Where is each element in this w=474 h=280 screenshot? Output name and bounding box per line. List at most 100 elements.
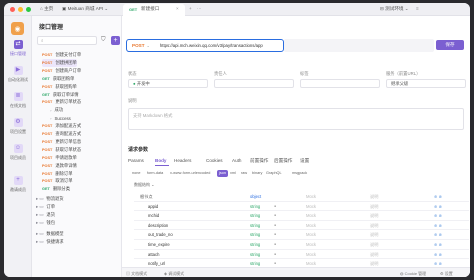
- param-description[interactable]: 说明: [370, 193, 378, 201]
- debug-mode-button[interactable]: ◈ 调试模式: [164, 271, 184, 277]
- param-name[interactable]: description: [148, 222, 168, 230]
- param-name[interactable]: time_expire: [148, 241, 170, 249]
- param-row[interactable]: 根节点 object Mock 说明 ⊕ ⊗: [134, 193, 469, 202]
- tree-folder[interactable]: ◦ 成功: [50, 106, 63, 114]
- nav-invite-members[interactable]: + 邀请成员: [4, 176, 32, 193]
- owner-select[interactable]: [214, 79, 294, 88]
- param-type[interactable]: string: [250, 251, 260, 259]
- body-type-graphql[interactable]: GraphQL: [266, 170, 282, 177]
- param-type[interactable]: object: [250, 193, 261, 201]
- param-description[interactable]: 说明: [370, 212, 378, 220]
- url-input[interactable]: POST ⌄ https://api.mch.weixin.qq.com/v3/…: [126, 39, 284, 52]
- row-actions-icon[interactable]: ⊕ ⊗: [434, 203, 442, 211]
- param-name[interactable]: attach: [148, 251, 159, 259]
- tree-item[interactable]: POST 更新订单状态: [42, 98, 81, 106]
- row-actions-icon[interactable]: ⊕ ⊗: [434, 212, 442, 220]
- param-name[interactable]: mchid: [148, 212, 159, 220]
- nav-project-members[interactable]: ☺ 项目成员: [4, 144, 32, 161]
- save-button[interactable]: 保存: [436, 40, 464, 50]
- param-name[interactable]: appid: [148, 203, 158, 211]
- body-type-msgpack[interactable]: msgpack: [292, 170, 307, 177]
- body-type-raw[interactable]: raw: [241, 170, 247, 177]
- required-checkbox[interactable]: ▪: [274, 231, 276, 239]
- param-description[interactable]: 说明: [370, 203, 378, 211]
- param-mock[interactable]: Mock: [306, 203, 316, 211]
- required-checkbox[interactable]: ▪: [274, 212, 276, 220]
- tree-item[interactable]: POST 获取订单状态: [42, 146, 81, 154]
- row-actions-icon[interactable]: ⊕ ⊗: [434, 222, 442, 230]
- param-name[interactable]: out_trade_no: [148, 231, 173, 239]
- tab-headers[interactable]: Headers: [174, 158, 191, 163]
- more-tabs-icon[interactable]: ⋯: [197, 6, 202, 12]
- param-row[interactable]: time_expire string ▪ Mock 说明 ⊕ ⊗: [134, 241, 469, 250]
- param-type[interactable]: string: [250, 212, 260, 220]
- environment-select[interactable]: ⊟ 测试环境 ⌄: [380, 6, 409, 12]
- tab-body[interactable]: Body: [155, 158, 166, 163]
- required-checkbox[interactable]: ▪: [274, 222, 276, 230]
- url-bar-extension[interactable]: [284, 39, 434, 52]
- param-type[interactable]: string: [250, 231, 260, 239]
- tree-item[interactable]: POST 退款单详情: [42, 162, 77, 170]
- service-select[interactable]: 继承父级: [386, 79, 466, 88]
- tree-item[interactable]: POST 申请退款单: [42, 154, 77, 162]
- param-row[interactable]: attach string ▪ Mock 说明 ⊕ ⊗: [134, 251, 469, 260]
- data-structure-button[interactable]: 数据结构 ⌄: [134, 182, 154, 188]
- minimize-window-button[interactable]: [18, 7, 23, 12]
- tree-item[interactable]: POST 查询配送方式: [42, 130, 81, 138]
- required-checkbox[interactable]: ▪: [274, 251, 276, 259]
- tree-item[interactable]: POST 获取团购单: [42, 83, 77, 91]
- body-type-json[interactable]: json: [217, 170, 228, 177]
- tree-folder[interactable]: ▸ ▭ 退货: [36, 211, 55, 219]
- method-select[interactable]: POST: [132, 43, 145, 48]
- param-mock[interactable]: Mock: [306, 212, 316, 220]
- tree-item[interactable]: POST 创建拼团单: [42, 58, 77, 67]
- tree-item[interactable]: GET 获取订单详情: [42, 91, 79, 99]
- param-type[interactable]: string: [250, 241, 260, 249]
- tree-item[interactable]: POST 取消订单: [42, 177, 73, 185]
- row-actions-icon[interactable]: ⊕ ⊗: [434, 231, 442, 239]
- nav-interface-management[interactable]: ⇄ 接口管理: [4, 40, 32, 57]
- tree-folder[interactable]: ▸ ▭ 数据模型: [36, 230, 64, 238]
- param-mock[interactable]: Mock: [306, 231, 316, 239]
- tree-folder[interactable]: ▸ ▭ 钱包: [36, 219, 55, 227]
- tab-前置操作[interactable]: 前置操作: [250, 158, 268, 164]
- project-tab[interactable]: ▣ Meituan 商城 API ⌄: [62, 6, 108, 12]
- body-type-x-www-form-urlencoded[interactable]: x-www-form-urlencoded: [170, 170, 210, 177]
- new-tab-icon[interactable]: +: [189, 6, 192, 11]
- tab-设置[interactable]: 设置: [300, 158, 309, 164]
- menu-icon[interactable]: ≡: [416, 6, 419, 11]
- body-type-xml[interactable]: xml: [230, 170, 236, 177]
- param-row[interactable]: appid string ▪ Mock 说明 ⊕ ⊗: [134, 203, 469, 212]
- nav-project-settings[interactable]: ⚙ 项目设置: [4, 118, 32, 135]
- param-row[interactable]: description string ▪ Mock 说明 ⊕ ⊗: [134, 222, 469, 231]
- tags-select[interactable]: [300, 79, 380, 88]
- doc-mode-button[interactable]: ▤ 文档模式: [126, 271, 147, 277]
- body-type-form-data[interactable]: form-data: [147, 170, 163, 177]
- tree-folder[interactable]: ◦ Success: [50, 114, 71, 122]
- settings-button[interactable]: ⚙ 设置: [440, 271, 453, 277]
- status-select[interactable]: ● 开发中: [128, 79, 208, 88]
- project-avatar-icon[interactable]: ◉: [11, 22, 24, 35]
- filter-icon[interactable]: ⛉: [101, 37, 106, 44]
- tab-new-interface[interactable]: GET 新建接口 ×: [123, 4, 185, 16]
- tree-item[interactable]: POST 创建支付订单: [42, 51, 81, 59]
- tab-后置操作[interactable]: 后置操作: [274, 158, 292, 164]
- param-row[interactable]: out_trade_no string ▪ Mock 说明 ⊕ ⊗: [134, 231, 469, 240]
- tree-search-input[interactable]: ⌕: [37, 36, 97, 45]
- tree-folder[interactable]: ▸ ▭ 物流退货: [36, 195, 64, 203]
- param-mock[interactable]: Mock: [306, 222, 316, 230]
- param-mock[interactable]: Mock: [306, 251, 316, 259]
- param-mock[interactable]: Mock: [306, 193, 316, 201]
- param-description[interactable]: 说明: [370, 251, 378, 259]
- required-checkbox[interactable]: ▪: [274, 241, 276, 249]
- param-type[interactable]: string: [250, 222, 260, 230]
- param-type[interactable]: string: [250, 203, 260, 211]
- tree-item[interactable]: POST 创建商户订单: [42, 67, 81, 75]
- body-type-binary[interactable]: binary: [252, 170, 262, 177]
- tree-folder[interactable]: ▸ ▭ 订单: [36, 203, 55, 211]
- tab-close-icon[interactable]: ×: [176, 6, 179, 11]
- body-type-none[interactable]: none: [132, 170, 140, 177]
- param-mock[interactable]: Mock: [306, 241, 316, 249]
- home-tab[interactable]: ⌂ 主页: [40, 6, 53, 12]
- param-name[interactable]: 根节点: [140, 193, 153, 201]
